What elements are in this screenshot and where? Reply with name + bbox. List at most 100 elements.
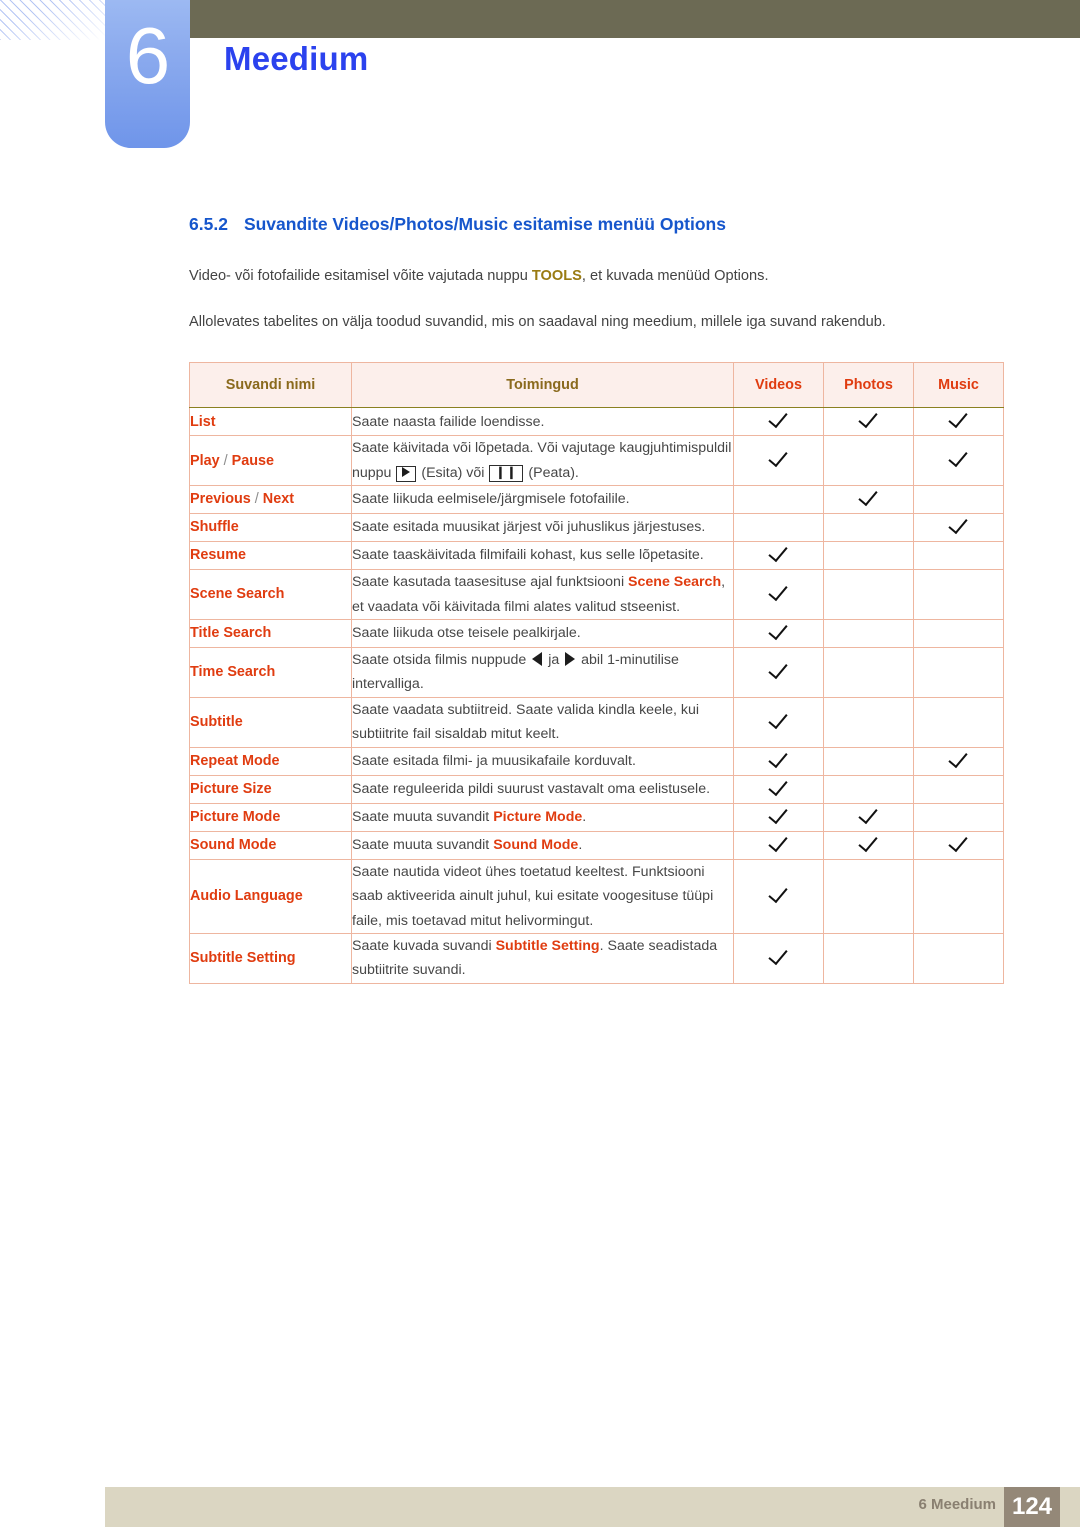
table-row: List Saate naasta failide loendisse. — [189, 407, 1004, 437]
option-description: Saate esitada muusikat järjest või juhus… — [351, 513, 734, 543]
music-check-cell — [913, 746, 1004, 776]
option-name: Play / Pause — [189, 435, 352, 487]
paragraph-1-text-before: Video- või fotofailide esitamisel võite … — [189, 268, 532, 284]
photos-check-cell — [823, 802, 914, 832]
check-icon — [768, 659, 790, 681]
photos-check-cell — [823, 435, 914, 487]
videos-check-cell — [733, 541, 824, 571]
options-table: Suvandi nimi Toimingud Videos Photos Mus… — [189, 362, 1004, 984]
videos-check-cell — [733, 858, 824, 934]
check-icon — [858, 486, 880, 508]
section-heading: 6.5.2 Suvandite Videos/Photos/Music esita… — [189, 214, 1003, 235]
desc-text-1: Saate otsida filmis nuppude — [352, 651, 531, 668]
option-description: Saate esitada filmi- ja muusikafaile kor… — [351, 746, 734, 776]
option-name: List — [189, 407, 352, 437]
option-name: Repeat Mode — [189, 746, 352, 776]
music-check-cell — [913, 774, 1004, 804]
arrow-left-icon — [532, 651, 543, 666]
option-description: Saate otsida filmis nuppude ja abil 1-mi… — [351, 646, 734, 698]
table-head: Suvandi nimi Toimingud Videos Photos Mus… — [189, 362, 1004, 409]
music-check-cell — [913, 646, 1004, 698]
section-number: 6.5.2 — [189, 214, 228, 234]
desc-highlight: Picture Mode — [493, 808, 583, 825]
desc-text-1: Saate kuvada suvandi — [352, 937, 496, 954]
table-header-row: Suvandi nimi Toimingud Videos Photos Mus… — [189, 362, 1004, 409]
option-name: Previous / Next — [189, 485, 352, 515]
music-check-cell — [913, 513, 1004, 543]
videos-check-cell — [733, 485, 824, 515]
table-row: Resume Saate taaskäivitada filmifaili ko… — [189, 541, 1004, 571]
option-name: Title Search — [189, 618, 352, 648]
check-icon — [768, 447, 790, 469]
pause-key-icon: ❙❙ — [489, 464, 524, 482]
option-name: Picture Mode — [189, 802, 352, 832]
option-name-part-1: Play — [190, 452, 220, 469]
play-key-icon — [396, 465, 417, 482]
chapter-number: 6 — [125, 11, 171, 100]
option-description: Saate kasutada taasesituse ajal funktsio… — [351, 569, 734, 620]
photos-check-cell — [823, 513, 914, 543]
option-name: Time Search — [189, 646, 352, 698]
intro-paragraph-2: Allolevates tabelites on välja toodud su… — [189, 313, 886, 330]
desc-highlight: Scene Search — [628, 574, 722, 591]
desc-text-3: (Peata). — [524, 464, 579, 481]
desc-highlight: Sound Mode — [493, 836, 579, 853]
videos-check-cell — [733, 569, 824, 620]
option-name-part-2: Pause — [231, 452, 275, 469]
photos-check-cell — [823, 858, 914, 934]
option-name: Sound Mode — [189, 830, 352, 860]
table-row: Subtitle Setting Saate kuvada suvandi Su… — [189, 932, 1004, 984]
option-description: Saate vaadata subtiitreid. Saate valida … — [351, 696, 734, 748]
option-description: Saate naasta failide loendisse. — [351, 407, 734, 437]
col-header-photos: Photos — [823, 362, 914, 409]
check-icon — [858, 804, 880, 826]
page-content: 6.5.2 Suvandite Videos/Photos/Music esita… — [189, 214, 1004, 984]
check-icon — [858, 832, 880, 854]
check-icon — [948, 447, 970, 469]
check-icon — [768, 804, 790, 826]
music-check-cell — [913, 802, 1004, 832]
desc-text-1: Saate muuta suvandit — [352, 836, 494, 853]
videos-check-cell — [733, 802, 824, 832]
check-icon — [768, 581, 790, 603]
desc-text-1: Saate kasutada taasesituse ajal funktsio… — [352, 574, 629, 591]
photos-check-cell — [823, 830, 914, 860]
option-name: Subtitle — [189, 696, 352, 748]
intro-paragraph-1: Video- või fotofailide esitamisel võite … — [189, 265, 1003, 289]
videos-check-cell — [733, 435, 824, 487]
decorative-hatch-pattern — [0, 0, 112, 40]
col-header-name: Suvandi nimi — [189, 362, 352, 409]
option-description: Saate muuta suvandit Sound Mode. — [351, 830, 734, 860]
chapter-number-badge: 6 — [105, 0, 190, 148]
check-icon — [768, 748, 790, 770]
videos-check-cell — [733, 830, 824, 860]
videos-check-cell — [733, 696, 824, 748]
photos-check-cell — [823, 569, 914, 620]
check-icon — [768, 945, 790, 967]
videos-check-cell — [733, 646, 824, 698]
videos-check-cell — [733, 932, 824, 984]
photos-check-cell — [823, 932, 914, 984]
check-icon — [768, 620, 790, 642]
option-name: Subtitle Setting — [189, 932, 352, 984]
footer-chapter-label: 6 Meedium — [918, 1496, 996, 1513]
check-icon — [948, 408, 970, 430]
table-row: Scene Search Saate kasutada taasesituse … — [189, 569, 1004, 620]
music-check-cell — [913, 541, 1004, 571]
header-bar — [190, 0, 1080, 38]
option-description: Saate käivitada või lõpetada. Või vajuta… — [351, 435, 734, 487]
check-icon — [768, 776, 790, 798]
photos-check-cell — [823, 407, 914, 437]
desc-text-2: ja — [544, 651, 564, 668]
section-title: Suvandite Videos/Photos/Music esitamise … — [243, 214, 726, 234]
photos-check-cell — [823, 646, 914, 698]
videos-check-cell — [733, 746, 824, 776]
option-name-separator: / — [250, 491, 263, 508]
music-check-cell — [913, 932, 1004, 984]
option-description: Saate kuvada suvandi Subtitle Setting. S… — [351, 932, 734, 984]
videos-check-cell — [733, 513, 824, 543]
col-header-action: Toimingud — [351, 362, 734, 409]
music-check-cell — [913, 696, 1004, 748]
check-icon — [948, 748, 970, 770]
photos-check-cell — [823, 696, 914, 748]
